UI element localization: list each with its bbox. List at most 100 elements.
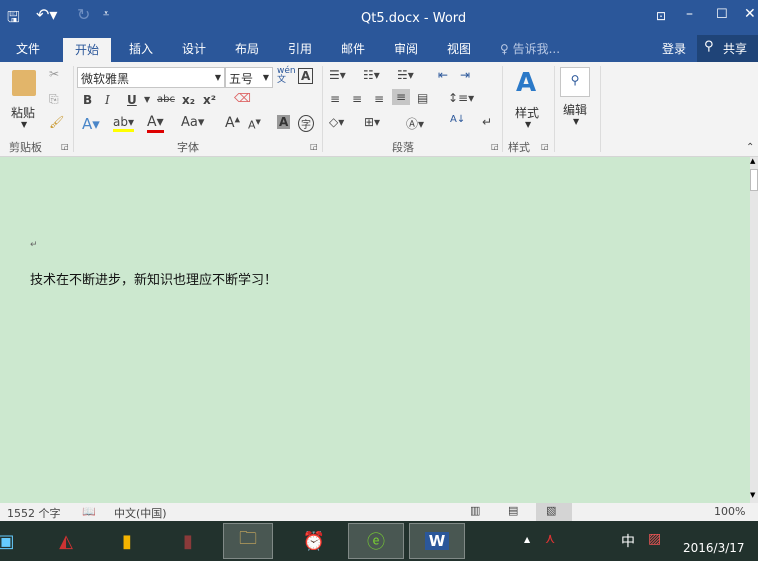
word-app-icon[interactable]: W — [409, 523, 465, 559]
save-icon[interactable]: 🖫 — [7, 7, 20, 32]
sign-in-link[interactable]: 登录 — [662, 40, 686, 57]
scroll-thumb[interactable] — [750, 169, 758, 191]
character-border-button[interactable]: A — [298, 68, 314, 84]
tell-me-box[interactable]: ♀ 告诉我... — [500, 40, 560, 57]
collapse-ribbon-icon[interactable]: ⌃ — [746, 142, 754, 153]
desktop-icon[interactable]: ▣ — [0, 523, 26, 559]
document-text[interactable]: 技术在不断进步，新知识也理应不断学习！ — [30, 269, 277, 288]
browser-icon[interactable]: ⓔ — [348, 523, 404, 559]
scroll-down-icon[interactable]: ▼ — [750, 491, 755, 499]
chinese-layout-button[interactable]: Ⓐ▾ — [406, 115, 424, 132]
maximize-icon[interactable]: ☐ — [716, 7, 728, 22]
center-button[interactable]: ≡ — [352, 92, 362, 106]
proofing-icon[interactable]: 📖 — [82, 505, 96, 518]
dialog-launcher-icon[interactable]: ◲ — [541, 142, 549, 151]
copy-icon[interactable]: ⎘ — [49, 92, 59, 107]
zoom-level[interactable]: 100% — [714, 505, 745, 518]
ribbon-display-icon[interactable]: ⊡ — [656, 9, 666, 23]
undo-icon[interactable]: ↶▾ — [36, 5, 57, 24]
borders-button[interactable]: ⊞▾ — [364, 115, 380, 129]
alarm-clock-icon[interactable]: ⏰ — [294, 523, 334, 559]
italic-button[interactable]: I — [105, 93, 110, 107]
bold-button[interactable]: B — [83, 93, 92, 107]
print-layout-icon[interactable]: ▤ — [508, 504, 518, 517]
underline-button[interactable]: U — [127, 93, 137, 107]
tray-app-icon[interactable]: ⋏ — [545, 531, 555, 547]
styles-icon: A — [516, 68, 537, 98]
minimize-icon[interactable]: – — [686, 6, 693, 22]
redo-icon[interactable]: ↻ — [77, 5, 90, 24]
align-left-button[interactable]: ≡ — [330, 92, 340, 106]
superscript-button[interactable]: x² — [203, 93, 216, 107]
close-icon[interactable]: ✕ — [744, 6, 756, 22]
justify-button[interactable]: ≡ — [392, 89, 411, 105]
tab-view[interactable]: 视图 — [447, 40, 471, 57]
subscript-button[interactable]: x₂ — [182, 93, 195, 107]
file-explorer-icon[interactable]: 🗀 — [223, 523, 273, 559]
clear-formatting-icon[interactable]: ⌫ — [234, 91, 251, 105]
read-mode-icon[interactable]: ▥ — [470, 504, 480, 517]
taskbar: ▣ ◭ ▮ ▮ 🗀 ⏰ ⓔ W ▲ ⋏ 中 ▨ 2016/3/17 — [0, 521, 758, 561]
customize-qat-icon[interactable]: ⩡ — [103, 7, 109, 21]
line-spacing-button[interactable]: ↕≡▾ — [448, 91, 474, 105]
tab-layout[interactable]: 布局 — [235, 40, 259, 57]
word-count[interactable]: 1552 个字 — [7, 505, 61, 521]
dialog-launcher-icon[interactable]: ◲ — [61, 142, 69, 151]
app-icon[interactable]: ◭ — [46, 523, 86, 559]
shading-button[interactable]: ◇▾ — [329, 115, 344, 129]
archive-app-icon[interactable]: ▮ — [168, 523, 208, 559]
system-date[interactable]: 2016/3/17 — [683, 541, 745, 555]
show-hidden-icons[interactable]: ▲ — [524, 535, 530, 544]
enclose-characters-button[interactable]: 字 — [298, 115, 314, 132]
document-area[interactable]: ↵ 技术在不断进步，新知识也理应不断学习！ — [0, 157, 750, 503]
vertical-scrollbar[interactable]: ▲ ▼ — [750, 157, 758, 503]
language-indicator[interactable]: 中文(中国) — [114, 505, 167, 521]
bullets-button[interactable]: ☰▾ — [329, 68, 346, 82]
tab-home[interactable]: 开始 — [63, 38, 112, 62]
sort-button[interactable]: A↓ — [450, 114, 465, 125]
chevron-down-icon[interactable]: ▼ — [144, 95, 150, 104]
paragraph-group-label: 段落 — [392, 141, 414, 154]
tab-file[interactable]: 文件 — [16, 40, 40, 57]
font-size-select[interactable]: 五号 ▼ — [225, 67, 273, 88]
text-effects-button[interactable]: A▾ — [82, 115, 100, 133]
paragraph-mark: ↵ — [30, 240, 38, 250]
dialog-launcher-icon[interactable]: ◲ — [310, 142, 318, 151]
font-name-select[interactable]: 微软雅黑 ▼ — [77, 67, 225, 88]
cut-icon[interactable]: ✂ — [49, 67, 59, 81]
tab-insert[interactable]: 插入 — [129, 40, 153, 57]
reader-app-icon[interactable]: ▮ — [107, 523, 147, 559]
align-right-button[interactable]: ≡ — [374, 92, 384, 106]
strikethrough-button[interactable]: abc — [157, 94, 175, 105]
ime-pad-icon[interactable]: ▨ — [648, 531, 661, 547]
multilevel-list-button[interactable]: ☵▾ — [397, 68, 414, 82]
decrease-indent-button[interactable]: ⇤ — [438, 68, 448, 82]
grow-font-button[interactable]: A▲ — [225, 115, 240, 131]
tab-mailings[interactable]: 邮件 — [341, 40, 365, 57]
numbering-button[interactable]: ☷▾ — [363, 68, 380, 82]
chevron-down-icon: ▼ — [573, 117, 580, 126]
styles-button[interactable]: A 样式 ▼ — [510, 68, 548, 134]
phonetic-guide-button[interactable]: wén 文 — [277, 67, 296, 85]
increase-indent-button[interactable]: ⇥ — [460, 68, 470, 82]
show-marks-button[interactable]: ↵ — [482, 115, 492, 129]
highlight-color-button[interactable]: ab▾ — [113, 115, 134, 132]
paste-button[interactable]: 粘贴 ▼ — [6, 68, 42, 129]
web-layout-icon[interactable]: ▧ — [536, 503, 572, 521]
dialog-launcher-icon[interactable]: ◲ — [491, 142, 499, 151]
distributed-button[interactable]: ▤ — [417, 91, 428, 105]
share-button[interactable]: ⚲ 共享 — [697, 35, 758, 62]
character-shading-button[interactable]: A — [277, 115, 291, 129]
tab-design[interactable]: 设计 — [182, 40, 206, 57]
format-painter-icon[interactable]: 🖌 — [49, 115, 64, 129]
lightbulb-icon: ♀ — [500, 42, 513, 56]
tab-review[interactable]: 审阅 — [394, 40, 418, 57]
shrink-font-button[interactable]: A▼ — [248, 118, 261, 132]
ime-indicator[interactable]: 中 — [621, 531, 635, 551]
tab-references[interactable]: 引用 — [288, 40, 312, 57]
editing-button[interactable]: ⚲ 编辑 ▼ — [560, 67, 592, 133]
change-case-button[interactable]: Aa▾ — [181, 115, 204, 130]
scroll-up-icon[interactable]: ▲ — [750, 157, 755, 165]
font-color-button[interactable]: A▾ — [147, 114, 164, 133]
search-icon: ⚲ — [560, 67, 590, 97]
